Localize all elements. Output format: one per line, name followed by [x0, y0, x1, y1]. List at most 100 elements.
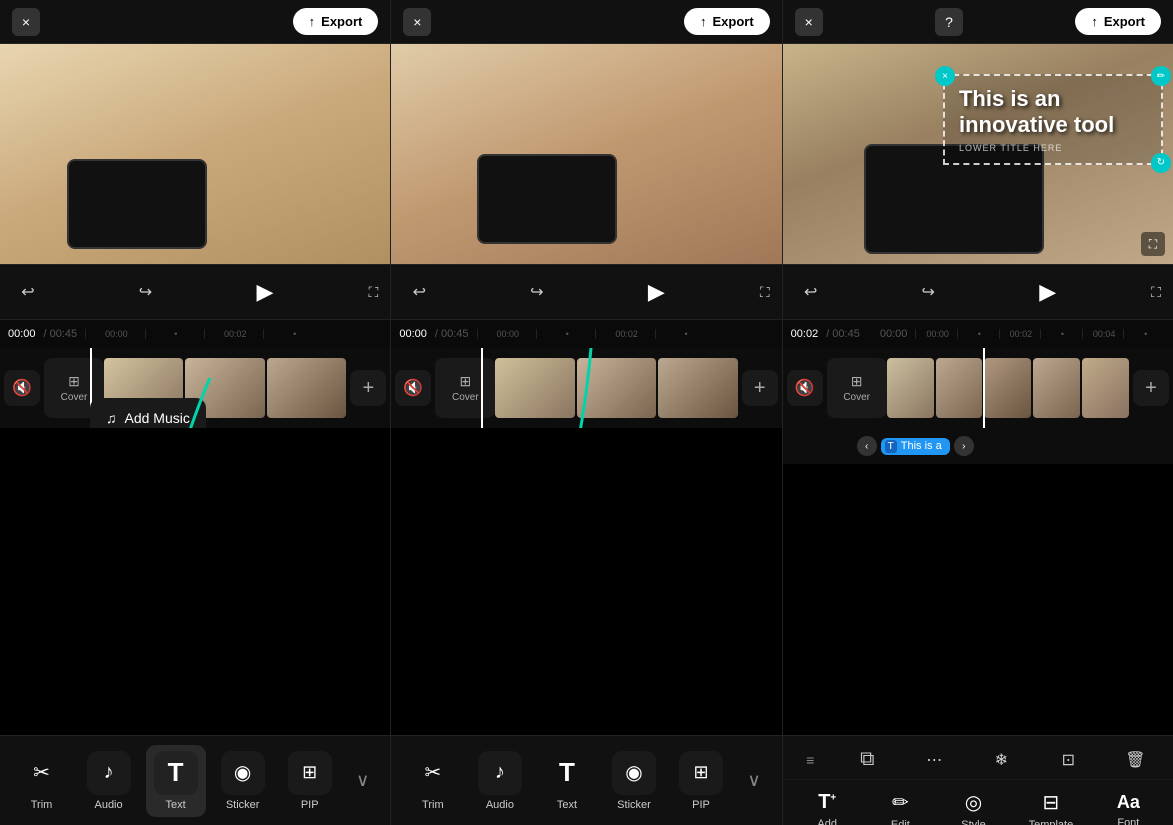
current-time: 00:00	[399, 328, 427, 340]
pip-tool[interactable]: ⊞ PIP	[671, 745, 731, 817]
edit-toolbar-icons: ≡ ⧉ ⋯ ❄ ⊡ 🗑	[783, 736, 1173, 779]
audio-toggle-button[interactable]: 🔇	[4, 370, 40, 406]
total-time: / 00:45	[826, 328, 860, 340]
pip-icon: ⊞	[288, 751, 332, 795]
fullscreen-button[interactable]: ⛶	[1151, 284, 1161, 301]
trim-icon: ✂	[411, 751, 455, 795]
audio-mute-icon: 🔇	[403, 378, 423, 398]
text-tool[interactable]: T Text	[146, 745, 206, 817]
expand-toolbar-button[interactable]: ∨	[738, 765, 770, 797]
cover-label: Cover	[843, 392, 870, 403]
split-button[interactable]: ⋯	[910, 746, 958, 774]
help-button[interactable]: ?	[935, 8, 963, 36]
fullscreen-button[interactable]: ⛶	[369, 284, 379, 301]
video-thumbnails	[887, 358, 1129, 418]
fullscreen-button[interactable]: ⛶	[760, 284, 770, 301]
redo-button[interactable]: ↪	[521, 276, 553, 308]
add-music-popup[interactable]: ♫ Add Music	[90, 398, 206, 428]
panel3-video-preview: × ✏ ↻ This is an innovative tool LOWER T…	[783, 44, 1173, 264]
text-tool[interactable]: T Text	[537, 745, 597, 817]
audio-tool[interactable]: ♪ Audio	[470, 745, 530, 817]
overlay-rotate-handle[interactable]: ↻	[1151, 153, 1171, 173]
template-tool[interactable]: ⊟ Template	[1021, 784, 1082, 825]
panel3-export-button[interactable]: ↑ Export	[1075, 8, 1161, 35]
overlay-edit-button[interactable]: ✏	[1151, 66, 1171, 86]
text-overlay-box[interactable]: × ✏ ↻ This is an innovative tool LOWER T…	[943, 74, 1163, 165]
panel1-close-button[interactable]: ×	[12, 8, 40, 36]
overlay-close-button[interactable]: ×	[935, 66, 955, 86]
style-tool[interactable]: ◎ Style	[947, 784, 999, 825]
panel2-close-button[interactable]: ×	[403, 8, 431, 36]
expand-toolbar-button[interactable]: ∨	[347, 765, 379, 797]
sticker-label: Sticker	[226, 799, 260, 811]
trim-tool[interactable]: ✂ Trim	[403, 745, 463, 817]
panel3-controls: ↩ ↪ ▶ ⛶	[783, 264, 1173, 320]
text-chip[interactable]: T This is a	[881, 438, 950, 455]
edit-text-tool[interactable]: ✏ Edit	[874, 784, 926, 825]
undo-button[interactable]: ↩	[12, 276, 44, 308]
audio-tool[interactable]: ♪ Audio	[79, 745, 139, 817]
undo-button[interactable]: ↩	[795, 276, 827, 308]
edit-toolbar-tools: T+ Add ✏ Edit ◎ Style ⊟ Template Aa Fo	[783, 779, 1173, 825]
time2: 00:00	[880, 328, 908, 340]
panel2: ↩ ↪ ▶ ⛶ 00:00 / 00:45 00:00 • 00:02 • 🔇 …	[391, 44, 782, 825]
pip-tool[interactable]: ⊞ PIP	[280, 745, 340, 817]
crop-button[interactable]: ⊡	[1044, 746, 1092, 774]
add-text-label: Add	[817, 818, 837, 825]
trim-tool[interactable]: ✂ Trim	[12, 745, 72, 817]
cover-thumbnail[interactable]: ⊞ Cover	[435, 358, 495, 418]
panel3-close-button[interactable]: ×	[795, 8, 823, 36]
add-clip-button[interactable]: +	[742, 370, 778, 406]
panel3-fullscreen-button[interactable]: ⛶	[1141, 232, 1165, 256]
copy-button[interactable]: ⧉	[843, 744, 891, 775]
trim-label: Trim	[31, 799, 53, 811]
cover-thumbnail[interactable]: ⊞ Cover	[827, 358, 887, 418]
font-tool[interactable]: Aa Font	[1102, 786, 1154, 825]
redo-button[interactable]: ↪	[130, 276, 162, 308]
cover-icon: ⊞	[68, 373, 80, 390]
panel3-timeline: 00:02 / 00:45 00:00 00:00 • 00:02 • 00:0…	[783, 320, 1173, 348]
audio-mute-icon: 🔇	[12, 378, 32, 398]
panel1-track-area: 🔇 ⊞ Cover + ♫ Add Music	[0, 348, 390, 428]
panel1: ↩ ↪ ▶ ⛶ 00:00 / 00:45 00:00 • 00:02 • 🔇 …	[0, 44, 391, 825]
panel1-export-button[interactable]: ↑ Export	[293, 8, 379, 35]
trim-icon: ✂	[20, 751, 64, 795]
panel1-timeline: 00:00 / 00:45 00:00 • 00:02 •	[0, 320, 390, 348]
sticker-tool[interactable]: ◉ Sticker	[213, 745, 273, 817]
export-icon: ↑	[1091, 14, 1098, 29]
sticker-label: Sticker	[617, 799, 651, 811]
pip-label: PIP	[301, 799, 319, 811]
redo-button[interactable]: ↪	[912, 276, 944, 308]
prev-text-button[interactable]: ‹	[857, 436, 877, 456]
edit-label: Edit	[891, 819, 910, 825]
text-icon: T	[154, 751, 198, 795]
font-label: Font	[1117, 817, 1139, 825]
panel3-empty-area	[783, 464, 1173, 735]
panel2-timeline: 00:00 / 00:45 00:00 • 00:02 •	[391, 320, 781, 348]
pip-icon: ⊞	[679, 751, 723, 795]
play-button[interactable]: ▶	[1030, 274, 1066, 310]
audio-toggle-button[interactable]: 🔇	[395, 370, 431, 406]
freeze-button[interactable]: ❄	[977, 746, 1025, 774]
play-button[interactable]: ▶	[247, 274, 283, 310]
style-label: Style	[961, 819, 985, 825]
layers-button[interactable]: ≡	[796, 746, 824, 774]
add-text-tool[interactable]: T+ Add	[801, 785, 853, 825]
video-thumb-3	[984, 358, 1031, 418]
undo-button[interactable]: ↩	[403, 276, 435, 308]
panel2-empty-area	[391, 428, 781, 735]
panel2-export-button[interactable]: ↑ Export	[684, 8, 770, 35]
add-clip-button[interactable]: +	[350, 370, 386, 406]
audio-toggle-button[interactable]: 🔇	[787, 370, 823, 406]
panel2-toolbar: ✂ Trim ♪ Audio T Text ◉ Sticker ⊞ PIP ∨	[391, 735, 781, 825]
cover-icon: ⊞	[851, 373, 863, 390]
panel1-controls: ↩ ↪ ▶ ⛶	[0, 264, 390, 320]
play-button[interactable]: ▶	[638, 274, 674, 310]
panel1-video-preview	[0, 44, 390, 264]
next-text-button[interactable]: ›	[954, 436, 974, 456]
delete-button[interactable]: 🗑	[1111, 746, 1159, 774]
audio-mute-icon: 🔇	[795, 378, 815, 398]
add-clip-button[interactable]: +	[1133, 370, 1169, 406]
text-label: Text	[166, 799, 186, 811]
sticker-tool[interactable]: ◉ Sticker	[604, 745, 664, 817]
